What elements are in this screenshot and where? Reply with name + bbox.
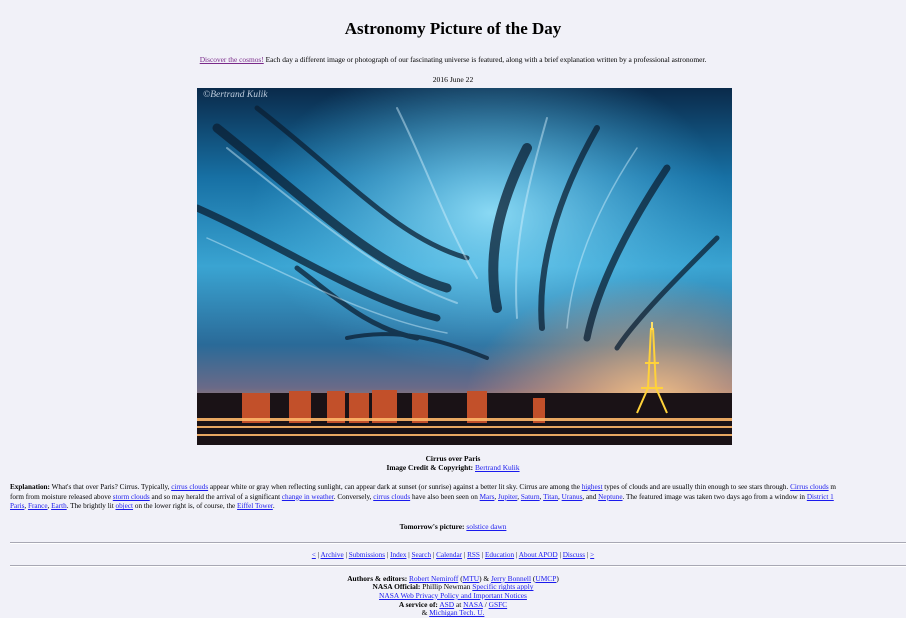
nav-calendar[interactable]: Calendar [436,551,462,559]
credit-link[interactable]: Bertrand Kulik [475,463,520,472]
link-jupiter[interactable]: Jupiter [498,493,517,501]
link-france[interactable]: France [28,502,48,510]
image-caption: Cirrus over Paris Image Credit & Copyrig… [0,454,906,472]
explanation-text: m [828,483,837,491]
nav-about-apod[interactable]: About APOD [519,551,558,559]
page-title: Astronomy Picture of the Day [344,19,562,38]
link-earth[interactable]: Earth [51,502,67,510]
link-storm-clouds[interactable]: storm clouds [113,493,150,501]
explanation: Explanation: What's that over Paris? Cir… [10,483,837,511]
link-saturn[interactable]: Saturn [521,493,540,501]
divider [10,564,906,567]
tomorrow-link[interactable]: solstice dawn [466,522,506,531]
explanation-text: form from moisture released above [10,492,113,501]
link-cirrus-clouds[interactable]: cirrus clouds [373,493,410,501]
nav-discuss[interactable]: Discuss [563,551,585,559]
image-watermark: ©Bertrand Kulik [203,90,268,100]
link-eiffel-tower[interactable]: Eiffel Tower [237,502,273,510]
explanation-label: Explanation: [10,483,50,491]
link-object[interactable]: object [115,502,133,510]
explanation-text: . The brightly lit [66,502,116,511]
explanation-text: . [272,502,275,511]
link-michigan-tech[interactable]: Michigan Tech. U. [429,608,484,617]
discover-cosmos-link[interactable]: Discover the cosmos! [200,55,264,64]
explanation-text: What's that over Paris? Cirrus. Typicall… [49,483,172,491]
tomorrows-picture: Tomorrow's picture: solstice dawn [0,522,906,531]
link-neptune[interactable]: Neptune [598,493,622,501]
credit-label: Image Credit & Copyright: [386,463,474,472]
tagline: Discover the cosmos! Each day a differen… [0,55,906,64]
nav-archive[interactable]: Archive [320,551,343,559]
nav-bar: < | Archive | Submissions | Index | Sear… [311,550,595,559]
nav-submissions[interactable]: Submissions [349,551,385,559]
link-mars[interactable]: Mars [480,493,495,501]
nav-rss[interactable]: RSS [467,551,480,559]
explanation-text: types of clouds and are usually thin eno… [602,483,791,491]
explanation-text: . Conversely, [333,492,374,501]
tomorrow-label: Tomorrow's picture: [399,521,465,531]
explanation-text: have also been seen on [410,492,480,501]
link-change-in-weather[interactable]: change in weather [282,493,334,501]
explanation-text: on the lower right is, of course, the [133,502,238,511]
link-district-1[interactable]: District 1 [807,493,834,501]
link-cirrus-clouds[interactable]: cirrus clouds [171,483,208,491]
footer: Authors & editors: Robert Nemiroff (MTU)… [347,573,559,618]
apod-date: 2016 June 22 [432,75,474,84]
nav-index[interactable]: Index [390,551,406,559]
link-uranus[interactable]: Uranus [562,493,583,501]
tagline-text: Each day a different image or photograph… [263,55,707,64]
link-cirrus-clouds[interactable]: Cirrus clouds [790,483,829,491]
nav-prev[interactable]: < [312,551,316,559]
link-umcp[interactable]: UMCP [535,574,556,583]
explanation-text: and so may herald the arrival of a signi… [149,492,282,501]
image-title: Cirrus over Paris [425,454,481,463]
explanation-text: . The featured image was taken two days … [622,492,807,501]
nav-search[interactable]: Search [412,551,432,559]
link-paris[interactable]: Paris [10,502,24,510]
link-highest[interactable]: highest [582,483,603,491]
cirrus-over-paris-photo [197,88,732,445]
nav-next[interactable]: > [590,551,594,559]
explanation-text: appear white or gray when reflecting sun… [208,483,582,491]
link-titan[interactable]: Titan [543,493,558,501]
nav-education[interactable]: Education [485,551,514,559]
apod-image[interactable]: ©Bertrand Kulik [197,88,732,445]
